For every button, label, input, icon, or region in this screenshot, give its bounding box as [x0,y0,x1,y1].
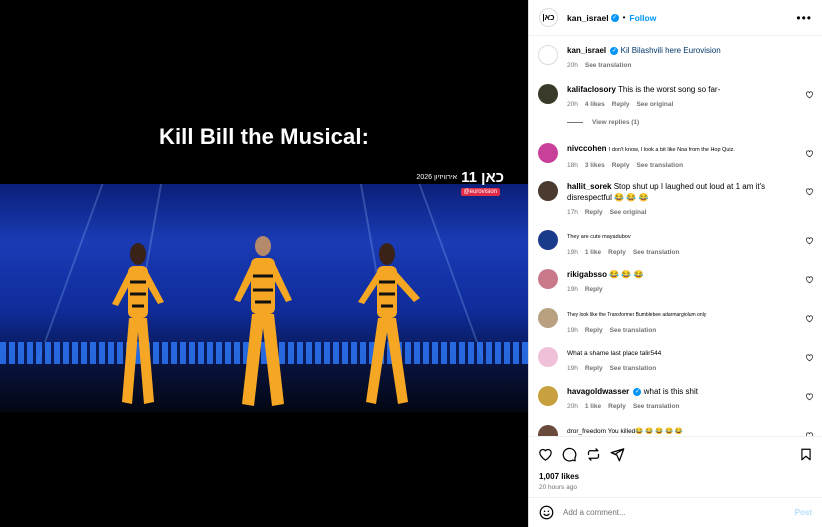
video-caption: Kill Bill the Musical: [158,124,369,149]
like-heart-icon[interactable] [805,314,814,323]
like-heart-icon[interactable] [805,90,814,99]
post-timestamp: 20 hours ago [539,484,577,491]
avatar[interactable] [538,45,558,65]
broadcaster-logo: אירוויזיון 2026 11 כאן [416,168,504,186]
like-heart-icon[interactable] [805,236,814,245]
avatar[interactable] [538,347,558,367]
dancer-right [358,243,420,404]
avatar[interactable] [538,425,558,436]
account-username[interactable]: kan_israel [567,13,609,23]
eurovision-tag: @eurovision [460,188,500,196]
verified-icon: ✓ [633,387,642,396]
avatar[interactable] [538,386,558,406]
verified-icon: ✓ [610,46,619,55]
share-icon[interactable] [610,447,625,462]
like-heart-icon[interactable] [805,353,814,362]
like-heart-icon[interactable] [805,149,814,158]
avatar[interactable] [538,181,558,201]
avatar[interactable] [538,84,558,104]
like-icon[interactable] [538,447,553,462]
repost-icon[interactable] [586,447,601,462]
post-header: |כא kan_israel ✓ • Follow ••• [529,0,822,36]
comments-list[interactable]: kan_israel ✓ Kil Bilashvili here Eurovis… [529,36,822,436]
follow-button[interactable]: Follow [629,13,656,23]
avatar[interactable] [538,269,558,289]
post-actions: 1,007 likes 20 hours ago [529,436,822,496]
like-heart-icon[interactable] [805,187,814,196]
more-options-icon[interactable]: ••• [796,11,812,25]
likes-count[interactable]: 1,007 likes [539,472,579,481]
video-frame[interactable] [0,184,528,412]
comment-input[interactable] [563,508,795,517]
comment-icon[interactable] [562,447,577,462]
like-heart-icon[interactable] [805,275,814,284]
see-translation-link[interactable]: See translation [585,60,632,71]
verified-icon: ✓ [610,13,619,22]
video-player[interactable]: Kill Bill the Musical: אירוויזיון 2026 1… [0,0,528,527]
view-replies-button[interactable]: View replies (1) [567,119,639,126]
account-avatar[interactable]: |כא [539,8,558,27]
emoji-icon[interactable] [539,505,554,520]
comment-composer: Post [529,497,822,527]
save-bookmark-icon[interactable] [799,447,813,462]
dancer-center [234,236,292,406]
like-heart-icon[interactable] [805,392,814,401]
post-panel: |כא kan_israel ✓ • Follow ••• kan_israel… [528,0,822,527]
avatar[interactable] [538,143,558,163]
avatar[interactable] [538,230,558,250]
avatar[interactable] [538,308,558,328]
dancer-left [112,243,164,404]
post-comment-button[interactable]: Post [795,508,812,517]
